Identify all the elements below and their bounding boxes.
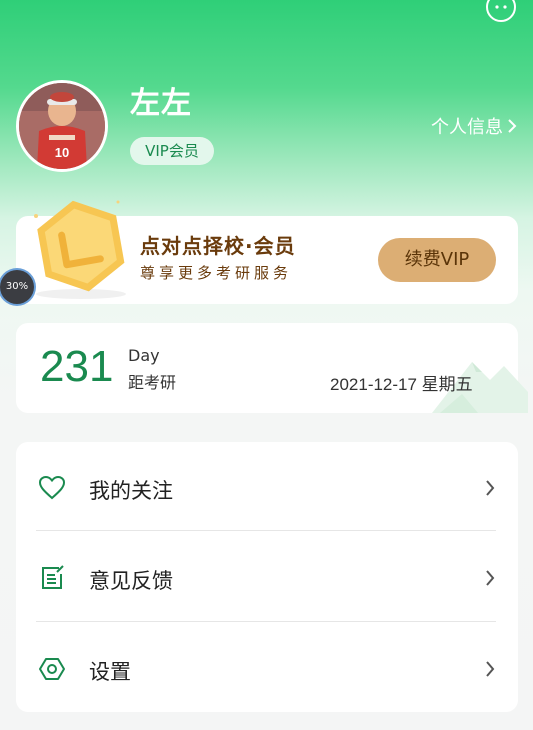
feedback-icon xyxy=(42,565,64,589)
heart-icon xyxy=(38,475,66,500)
chevron-right-icon xyxy=(508,119,517,133)
countdown-days: 231 xyxy=(40,342,114,391)
chevron-right-icon xyxy=(486,570,495,586)
vip-card-title: 点对点择校·会员 xyxy=(140,234,296,258)
avatar[interactable]: 10 xyxy=(16,80,108,172)
divider xyxy=(36,621,496,622)
chat-dots xyxy=(495,5,507,9)
svg-text:10: 10 xyxy=(55,145,69,160)
chevron-right-icon xyxy=(486,480,495,496)
username: 左左 xyxy=(130,86,192,121)
chevron-right-icon xyxy=(486,661,495,677)
menu-item-feedback[interactable]: 意见反馈 xyxy=(16,533,518,623)
menu-item-label: 设置 xyxy=(89,660,131,684)
vip-medal-icon xyxy=(34,200,126,299)
renew-vip-button[interactable]: 续费VIP xyxy=(378,238,496,282)
menu-item-following[interactable]: 我的关注 xyxy=(16,443,518,533)
vip-status-badge: VIP会员 xyxy=(130,137,214,165)
menu-item-settings[interactable]: 设置 xyxy=(16,624,518,714)
settings-icon xyxy=(39,658,65,680)
vip-card-subtitle: 尊享更多考研服务 xyxy=(140,264,293,282)
menu-item-label: 我的关注 xyxy=(89,479,173,503)
progress-badge[interactable]: 30% xyxy=(0,270,34,304)
chat-icon[interactable] xyxy=(486,0,516,22)
profile-info-label: 个人信息 xyxy=(431,117,503,138)
avatar-image: 10 xyxy=(19,83,105,169)
profile-info-link[interactable]: 个人信息 xyxy=(431,113,517,139)
countdown-unit: Day xyxy=(128,346,160,365)
menu-item-label: 意见反馈 xyxy=(89,569,173,593)
divider xyxy=(36,530,496,531)
exam-date: 2021-12-17 星期五 xyxy=(330,375,473,394)
countdown-label: 距考研 xyxy=(128,373,177,392)
